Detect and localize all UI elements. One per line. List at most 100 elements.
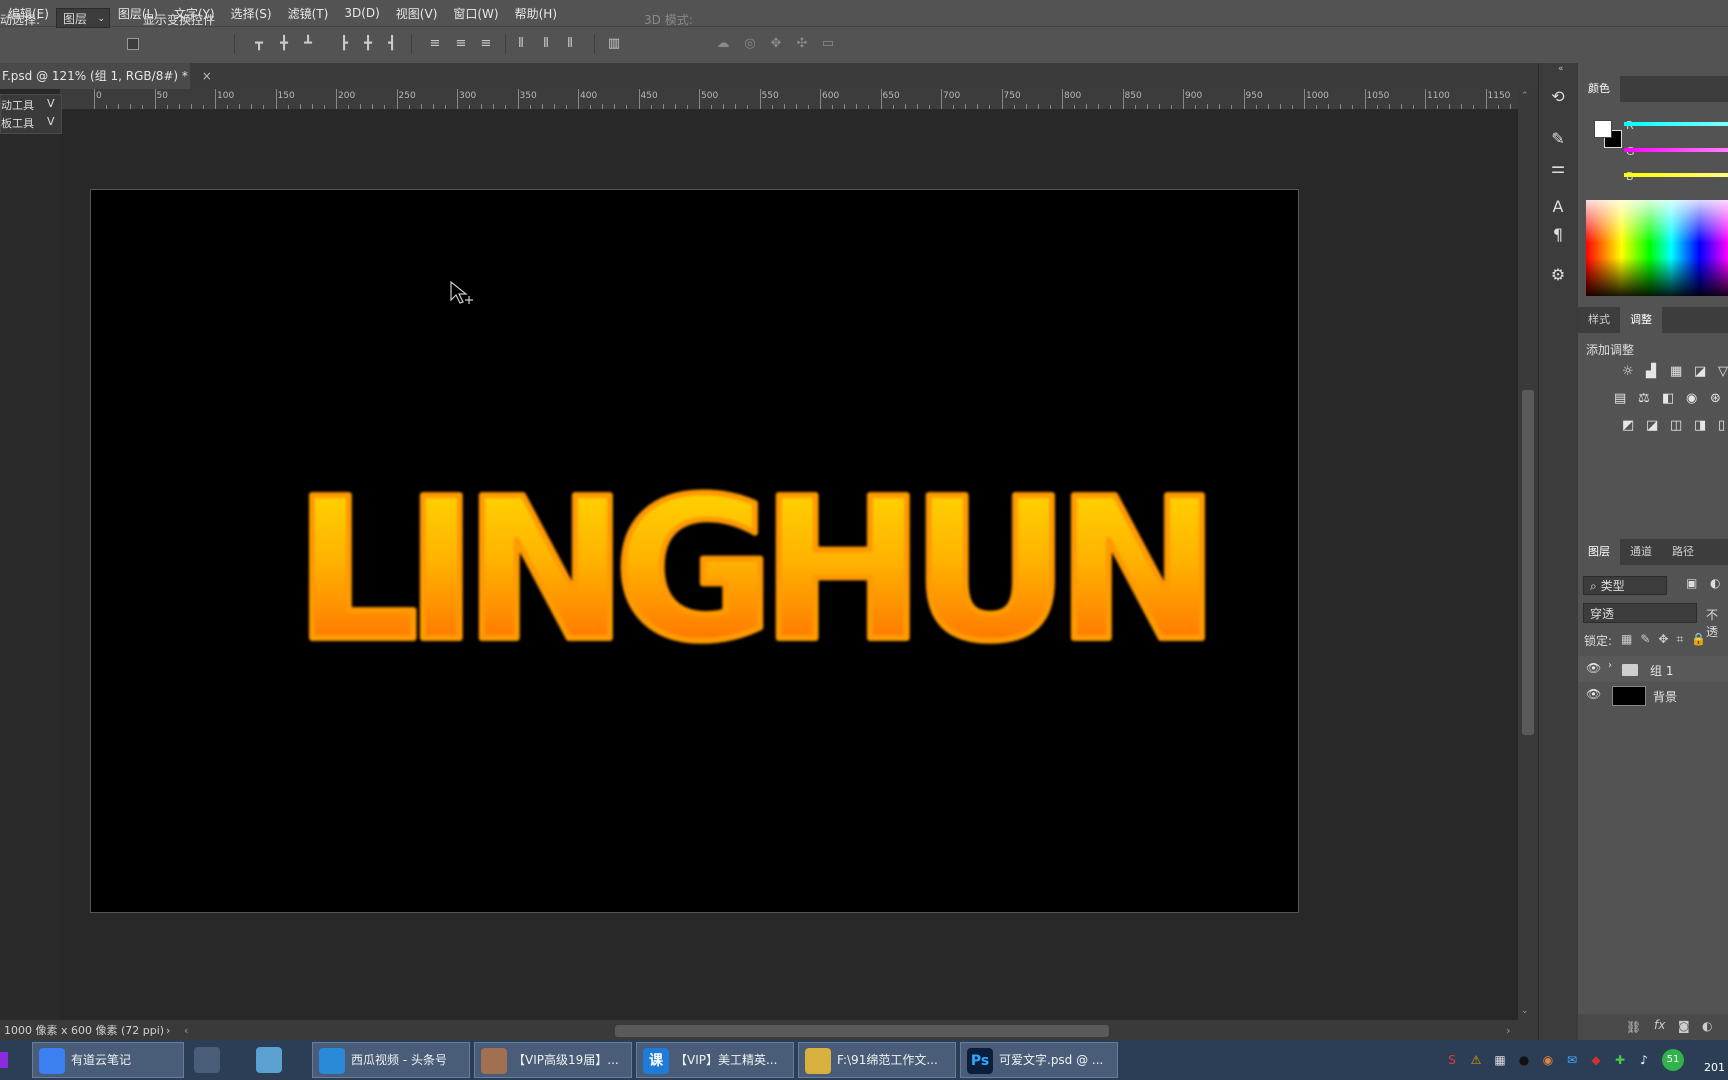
filter-adjustment-icon[interactable]: ◐	[1710, 576, 1720, 590]
taskbar-item[interactable]: 【VIP高级19届】...	[474, 1042, 632, 1078]
color-spectrum[interactable]	[1586, 200, 1728, 296]
menu-item[interactable]: 3D(D)	[336, 6, 387, 20]
adjustment-icon[interactable]: ◫	[1670, 418, 1682, 433]
badge-count[interactable]: 51	[1662, 1049, 1684, 1071]
add-mask-icon[interactable]: ◙	[1678, 1019, 1690, 1033]
volume-icon[interactable]: ♪	[1636, 1052, 1652, 1068]
horizontal-scroll-thumb[interactable]	[615, 1025, 1109, 1037]
3d-roll-icon[interactable]: ◎	[742, 36, 758, 52]
tab-layers[interactable]: 图层	[1578, 539, 1620, 565]
adjustment-icon[interactable]: ⊛	[1710, 391, 1721, 406]
layer-filter-dropdown[interactable]: ⌕ 类型	[1583, 576, 1667, 595]
shield-icon[interactable]: ◆	[1588, 1052, 1604, 1068]
align-distribute-icon[interactable]: ╋	[360, 36, 376, 52]
adjustment-icon[interactable]: ◩	[1622, 418, 1634, 433]
adjustment-icon[interactable]: ◪	[1646, 418, 1658, 433]
taskbar-item[interactable]: 有道云笔记	[32, 1042, 184, 1078]
scroll-up-arrow-icon[interactable]: ⌃	[1521, 91, 1529, 101]
adjustment-icon[interactable]: ▦	[1670, 364, 1682, 379]
adjustment-icon[interactable]: ◧	[1662, 391, 1674, 406]
vertical-scroll-thumb[interactable]	[1522, 390, 1534, 735]
align-distribute-icon[interactable]: ⫴	[538, 36, 554, 52]
qq-icon[interactable]: ●	[1516, 1052, 1532, 1068]
red-slider[interactable]	[1624, 122, 1728, 126]
align-distribute-icon[interactable]: ≡	[427, 36, 443, 52]
adjustment-icon[interactable]: ⚖	[1638, 391, 1650, 406]
eye-icon[interactable]: 👁	[1586, 661, 1601, 675]
antivirus-icon[interactable]: ⚠	[1468, 1052, 1484, 1068]
align-distribute-icon[interactable]: ┫	[384, 36, 400, 52]
menu-item[interactable]: 帮助(H)	[507, 5, 565, 22]
brush-settings-icon[interactable]: ⚌	[1547, 157, 1569, 179]
adjustment-icon[interactable]: ◪	[1694, 364, 1706, 379]
layer-row-background[interactable]: 👁 背景	[1578, 682, 1728, 708]
tab-paths[interactable]: 路径	[1662, 539, 1704, 565]
brush-icon[interactable]: ✎	[1547, 128, 1569, 150]
align-distribute-icon[interactable]: ⫴	[562, 36, 578, 52]
layer-row-group[interactable]: 👁 › 组 1	[1578, 656, 1728, 682]
3d-pan-icon[interactable]: ✥	[768, 36, 784, 52]
menu-item[interactable]: 窗口(W)	[445, 5, 506, 22]
character-panel-icon[interactable]: A	[1547, 196, 1569, 218]
show-transform-checkbox[interactable]	[127, 38, 139, 50]
history-icon[interactable]: ⟲	[1547, 86, 1569, 108]
align-distribute-icon[interactable]: ╋	[276, 36, 292, 52]
align-distribute-icon[interactable]: ┻	[300, 36, 316, 52]
properties-icon[interactable]: ⚙	[1547, 264, 1569, 286]
status-menu-arrow[interactable]: ›	[166, 1020, 170, 1042]
green-slider[interactable]	[1624, 148, 1728, 152]
document-tab[interactable]: F.psd @ 121% (组 1, RGB/8#) * ×	[0, 63, 212, 89]
mail-icon[interactable]: ✉	[1564, 1052, 1580, 1068]
chevron-right-icon[interactable]: ›	[1608, 660, 1612, 671]
tab-color[interactable]: 颜色	[1578, 76, 1620, 102]
adjustment-icon[interactable]: ▤	[1614, 391, 1626, 406]
taskbar-item[interactable]	[188, 1042, 228, 1078]
link-layers-icon[interactable]: ⛓	[1626, 1020, 1641, 1034]
paragraph-panel-icon[interactable]: ¶	[1547, 224, 1569, 246]
eye-icon[interactable]: 👁	[1586, 687, 1601, 701]
filter-image-icon[interactable]: ▣	[1686, 576, 1697, 590]
align-distribute-icon[interactable]: ⫴	[513, 36, 529, 52]
taskbar-item[interactable]: 西瓜视频 - 头条号	[312, 1042, 470, 1078]
adjustment-icon[interactable]: ◨	[1694, 418, 1706, 433]
3d-scale-icon[interactable]: ▭	[820, 36, 836, 52]
foreground-color-swatch[interactable]	[1594, 120, 1612, 138]
align-distribute-icon[interactable]: ≡	[478, 36, 494, 52]
taskbar-item[interactable]: F:\91绵范工作文...	[798, 1042, 956, 1078]
menu-item[interactable]: 视图(V)	[388, 5, 446, 22]
document-canvas[interactable]: LINGHUN	[90, 189, 1299, 913]
app-icon[interactable]: ◉	[1540, 1052, 1556, 1068]
taskbar-item[interactable]	[250, 1042, 290, 1078]
scroll-left-arrow-icon[interactable]: ‹	[184, 1020, 188, 1042]
align-distribute-icon[interactable]: ≡	[453, 36, 469, 52]
network-icon[interactable]: ▦	[1492, 1052, 1508, 1068]
clock-text[interactable]: 201	[1704, 1061, 1725, 1074]
scroll-down-arrow-icon[interactable]: ⌄	[1521, 1006, 1529, 1016]
plus-icon[interactable]: ✚	[1612, 1052, 1628, 1068]
menu-item[interactable]: 选择(S)	[223, 5, 280, 22]
color-swatch-pair[interactable]	[1594, 120, 1622, 148]
close-icon[interactable]: ×	[202, 69, 212, 83]
fx-icon[interactable]: fx	[1654, 1018, 1665, 1032]
sogou-icon[interactable]: S	[1444, 1052, 1460, 1068]
adjustment-icon[interactable]: ▽	[1718, 364, 1728, 379]
blue-slider[interactable]	[1624, 173, 1728, 177]
menu-item[interactable]: 滤镜(T)	[280, 5, 337, 22]
tab-styles[interactable]: 样式	[1578, 307, 1620, 333]
tab-adjustments[interactable]: 调整	[1620, 307, 1662, 333]
taskbar-item[interactable]: 课【VIP】美工精英...	[636, 1042, 794, 1078]
scroll-right-arrow-icon[interactable]: ›	[1506, 1020, 1510, 1042]
new-adjustment-icon[interactable]: ◐	[1702, 1019, 1712, 1033]
align-distribute-icon[interactable]: ┣	[336, 36, 352, 52]
taskbar-item[interactable]: Ps 可爱文字.psd @ ...	[960, 1042, 1118, 1078]
3d-slide-icon[interactable]: ✣	[794, 36, 810, 52]
start-edge-icon[interactable]	[0, 1052, 8, 1068]
align-distribute-icon[interactable]: ┳	[251, 36, 267, 52]
adjustment-icon[interactable]: ◉	[1686, 391, 1697, 406]
adjustment-icon[interactable]: ▟	[1646, 364, 1656, 379]
tab-channels[interactable]: 通道	[1620, 539, 1662, 565]
adjustment-icon[interactable]: ☼	[1622, 364, 1634, 379]
adjustment-icon[interactable]: ▯	[1718, 418, 1725, 433]
blend-mode-dropdown[interactable]: 穿透	[1583, 603, 1697, 623]
3d-orbit-icon[interactable]: ☁	[715, 36, 731, 52]
